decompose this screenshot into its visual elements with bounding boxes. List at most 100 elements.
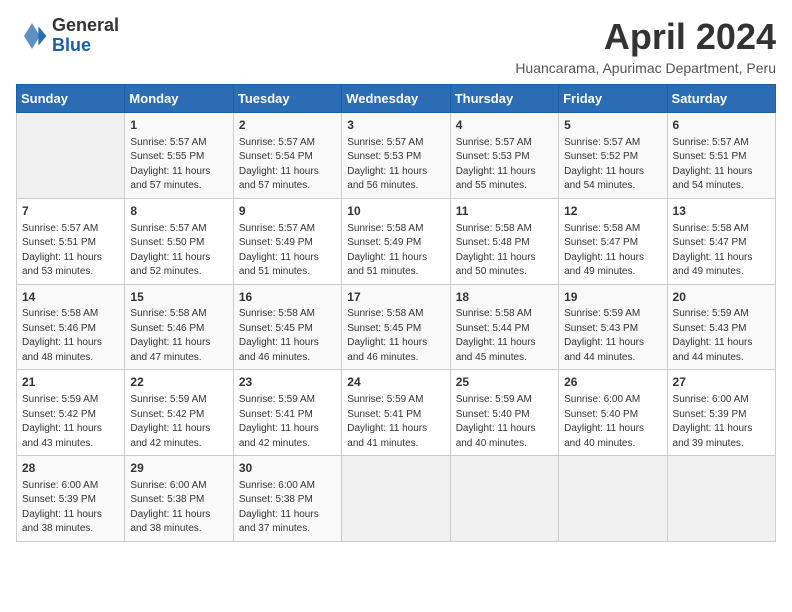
- calendar-cell: 19Sunrise: 5:59 AMSunset: 5:43 PMDayligh…: [559, 284, 667, 370]
- day-number: 11: [456, 203, 553, 220]
- calendar-cell: 11 Sunrise: 5:58 AMSunset: 5:48 PMDayligh…: [450, 198, 558, 284]
- day-number: 27: [673, 374, 770, 391]
- calendar-table: SundayMondayTuesdayWednesdayThursdayFrid…: [16, 84, 776, 542]
- day-detail: Sunrise: 5:57 AMSunset: 5:52 PMDaylight:…: [564, 136, 661, 194]
- calendar-cell: 2 Sunrise: 5:57 AMSunset: 5:54 PMDaylight…: [233, 113, 341, 199]
- calendar-cell: 23Sunrise: 5:59 AMSunset: 5:41 PMDayligh…: [233, 370, 341, 456]
- day-detail: Sunrise: 5:59 AMSunset: 5:40 PMDaylight:…: [456, 393, 553, 451]
- calendar-cell: 29 Sunrise: 6:00 AMSunset: 5:38 PMDayligh…: [125, 456, 233, 542]
- day-detail: Sunrise: 5:57 AMSunset: 5:51 PMDaylight:…: [22, 222, 119, 280]
- calendar-week-2: 7 Sunrise: 5:57 AMSunset: 5:51 PMDaylight…: [17, 198, 776, 284]
- calendar-week-4: 21 Sunrise: 5:59 AMSunset: 5:42 PMDayligh…: [17, 370, 776, 456]
- header-wednesday: Wednesday: [342, 85, 450, 113]
- calendar-cell: 7 Sunrise: 5:57 AMSunset: 5:51 PMDaylight…: [17, 198, 125, 284]
- day-detail: Sunrise: 6:00 AMSunset: 5:38 PMDaylight:…: [239, 479, 336, 537]
- day-detail: Sunrise: 5:57 AMSunset: 5:50 PMDaylight:…: [130, 222, 227, 280]
- calendar-cell: 30 Sunrise: 6:00 AMSunset: 5:38 PMDayligh…: [233, 456, 341, 542]
- calendar-cell: 21 Sunrise: 5:59 AMSunset: 5:42 PMDayligh…: [17, 370, 125, 456]
- day-detail: Sunrise: 6:00 AMSunset: 5:40 PMDaylight:…: [564, 393, 661, 451]
- header-friday: Friday: [559, 85, 667, 113]
- logo-blue: Blue: [52, 36, 119, 56]
- day-detail: Sunrise: 5:57 AMSunset: 5:51 PMDaylight:…: [673, 136, 770, 194]
- day-detail: Sunrise: 6:00 AMSunset: 5:38 PMDaylight:…: [130, 479, 227, 537]
- calendar-cell: 1 Sunrise: 5:57 AMSunset: 5:55 PMDaylight…: [125, 113, 233, 199]
- header-sunday: Sunday: [17, 85, 125, 113]
- day-number: 15: [130, 289, 227, 306]
- day-detail: Sunrise: 5:58 AMSunset: 5:47 PMDaylight:…: [564, 222, 661, 280]
- calendar-cell: 22 Sunrise: 5:59 AMSunset: 5:42 PMDayligh…: [125, 370, 233, 456]
- title-area: April 2024 Huancarama, Apurimac Departme…: [515, 16, 776, 76]
- calendar-cell: 14Sunrise: 5:58 AMSunset: 5:46 PMDayligh…: [17, 284, 125, 370]
- day-detail: Sunrise: 6:00 AMSunset: 5:39 PMDaylight:…: [22, 479, 119, 537]
- calendar-cell: 15Sunrise: 5:58 AMSunset: 5:46 PMDayligh…: [125, 284, 233, 370]
- day-detail: Sunrise: 6:00 AMSunset: 5:39 PMDaylight:…: [673, 393, 770, 451]
- day-number: 3: [347, 117, 444, 134]
- day-detail: Sunrise: 5:58 AMSunset: 5:48 PMDaylight:…: [456, 222, 553, 280]
- calendar-cell: 24 Sunrise: 5:59 AMSunset: 5:41 PMDayligh…: [342, 370, 450, 456]
- day-number: 14: [22, 289, 119, 306]
- logo-general: General: [52, 16, 119, 36]
- header-saturday: Saturday: [667, 85, 775, 113]
- logo-text: General Blue: [52, 16, 119, 56]
- calendar-cell: 16Sunrise: 5:58 AMSunset: 5:45 PMDayligh…: [233, 284, 341, 370]
- day-number: 30: [239, 460, 336, 477]
- calendar-week-5: 28 Sunrise: 6:00 AMSunset: 5:39 PMDayligh…: [17, 456, 776, 542]
- header-monday: Monday: [125, 85, 233, 113]
- day-number: 17: [347, 289, 444, 306]
- day-detail: Sunrise: 5:57 AMSunset: 5:49 PMDaylight:…: [239, 222, 336, 280]
- day-number: 13: [673, 203, 770, 220]
- day-detail: Sunrise: 5:58 AMSunset: 5:47 PMDaylight:…: [673, 222, 770, 280]
- day-number: 12: [564, 203, 661, 220]
- calendar-cell: 27 Sunrise: 6:00 AMSunset: 5:39 PMDayligh…: [667, 370, 775, 456]
- day-detail: Sunrise: 5:59 AMSunset: 5:42 PMDaylight:…: [130, 393, 227, 451]
- calendar-cell: [17, 113, 125, 199]
- day-number: 18: [456, 289, 553, 306]
- calendar-cell: 3 Sunrise: 5:57 AMSunset: 5:53 PMDaylight…: [342, 113, 450, 199]
- day-number: 10: [347, 203, 444, 220]
- logo: General Blue: [16, 16, 119, 56]
- month-title: April 2024: [515, 16, 776, 58]
- calendar-cell: 13 Sunrise: 5:58 AMSunset: 5:47 PMDayligh…: [667, 198, 775, 284]
- day-number: 21: [22, 374, 119, 391]
- day-detail: Sunrise: 5:59 AMSunset: 5:42 PMDaylight:…: [22, 393, 119, 451]
- day-detail: Sunrise: 5:58 AMSunset: 5:46 PMDaylight:…: [22, 307, 119, 365]
- header-thursday: Thursday: [450, 85, 558, 113]
- day-number: 29: [130, 460, 227, 477]
- day-number: 5: [564, 117, 661, 134]
- day-number: 25: [456, 374, 553, 391]
- calendar-header-row: SundayMondayTuesdayWednesdayThursdayFrid…: [17, 85, 776, 113]
- calendar-cell: 5 Sunrise: 5:57 AMSunset: 5:52 PMDaylight…: [559, 113, 667, 199]
- day-number: 28: [22, 460, 119, 477]
- calendar-cell: 18Sunrise: 5:58 AMSunset: 5:44 PMDayligh…: [450, 284, 558, 370]
- day-number: 6: [673, 117, 770, 134]
- day-number: 4: [456, 117, 553, 134]
- day-number: 24: [347, 374, 444, 391]
- calendar-cell: 10Sunrise: 5:58 AMSunset: 5:49 PMDayligh…: [342, 198, 450, 284]
- day-number: 2: [239, 117, 336, 134]
- logo-icon: [16, 20, 48, 52]
- day-number: 19: [564, 289, 661, 306]
- day-number: 22: [130, 374, 227, 391]
- day-detail: Sunrise: 5:58 AMSunset: 5:45 PMDaylight:…: [239, 307, 336, 365]
- day-number: 8: [130, 203, 227, 220]
- day-number: 26: [564, 374, 661, 391]
- location-title: Huancarama, Apurimac Department, Peru: [515, 60, 776, 76]
- day-detail: Sunrise: 5:57 AMSunset: 5:55 PMDaylight:…: [130, 136, 227, 194]
- day-detail: Sunrise: 5:57 AMSunset: 5:53 PMDaylight:…: [456, 136, 553, 194]
- calendar-cell: 8 Sunrise: 5:57 AMSunset: 5:50 PMDaylight…: [125, 198, 233, 284]
- day-detail: Sunrise: 5:57 AMSunset: 5:54 PMDaylight:…: [239, 136, 336, 194]
- header-tuesday: Tuesday: [233, 85, 341, 113]
- day-number: 7: [22, 203, 119, 220]
- day-detail: Sunrise: 5:59 AMSunset: 5:43 PMDaylight:…: [673, 307, 770, 365]
- day-detail: Sunrise: 5:59 AMSunset: 5:41 PMDaylight:…: [347, 393, 444, 451]
- day-number: 20: [673, 289, 770, 306]
- calendar-week-3: 14Sunrise: 5:58 AMSunset: 5:46 PMDayligh…: [17, 284, 776, 370]
- day-detail: Sunrise: 5:57 AMSunset: 5:53 PMDaylight:…: [347, 136, 444, 194]
- calendar-cell: 4 Sunrise: 5:57 AMSunset: 5:53 PMDaylight…: [450, 113, 558, 199]
- day-detail: Sunrise: 5:59 AMSunset: 5:43 PMDaylight:…: [564, 307, 661, 365]
- calendar-week-1: 1 Sunrise: 5:57 AMSunset: 5:55 PMDaylight…: [17, 113, 776, 199]
- calendar-cell: 26 Sunrise: 6:00 AMSunset: 5:40 PMDayligh…: [559, 370, 667, 456]
- day-number: 23: [239, 374, 336, 391]
- day-number: 1: [130, 117, 227, 134]
- day-detail: Sunrise: 5:58 AMSunset: 5:44 PMDaylight:…: [456, 307, 553, 365]
